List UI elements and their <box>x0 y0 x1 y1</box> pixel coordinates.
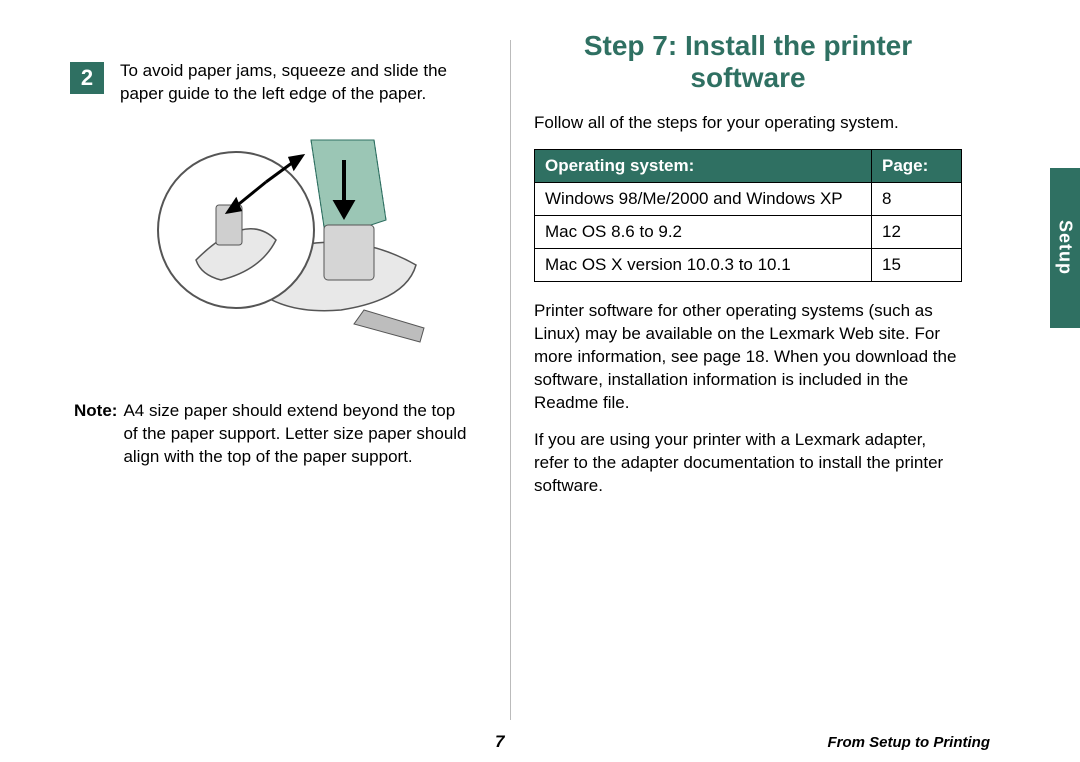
os-cell: Mac OS 8.6 to 9.2 <box>535 216 872 249</box>
os-cell: Windows 98/Me/2000 and Windows XP <box>535 183 872 216</box>
table-row: Mac OS X version 10.0.3 to 10.1 15 <box>535 249 962 282</box>
os-table: Operating system: Page: Windows 98/Me/20… <box>534 149 962 282</box>
note-block: Note: A4 size paper should extend beyond… <box>70 400 472 469</box>
heading-rest: Install the printer software <box>685 30 912 93</box>
step-heading: Step 7: Install the printer software <box>534 30 962 94</box>
table-row: Mac OS 8.6 to 9.2 12 <box>535 216 962 249</box>
page: 2 To avoid paper jams, squeeze and slide… <box>0 0 1080 762</box>
step-number-badge: 2 <box>70 62 104 94</box>
note-label: Note: <box>74 400 117 469</box>
page-cell: 12 <box>872 216 962 249</box>
table-header-page: Page: <box>872 150 962 183</box>
note-text: A4 size paper should extend beyond the t… <box>123 400 472 469</box>
left-column: 2 To avoid paper jams, squeeze and slide… <box>0 0 492 762</box>
table-row: Windows 98/Me/2000 and Windows XP 8 <box>535 183 962 216</box>
step-instruction-text: To avoid paper jams, squeeze and slide t… <box>120 60 472 106</box>
section-tab-setup: Setup <box>1050 168 1080 328</box>
page-number: 7 <box>495 732 504 752</box>
printer-paper-guide-illustration <box>116 130 426 370</box>
page-cell: 8 <box>872 183 962 216</box>
paragraph-linux-info: Printer software for other operating sys… <box>534 300 962 415</box>
intro-paragraph: Follow all of the steps for your operati… <box>534 112 962 135</box>
os-cell: Mac OS X version 10.0.3 to 10.1 <box>535 249 872 282</box>
paragraph-adapter-info: If you are using your printer with a Lex… <box>534 429 962 498</box>
footer-title: From Setup to Printing <box>828 734 991 751</box>
right-column: Step 7: Install the printer software Fol… <box>492 0 1052 762</box>
page-cell: 15 <box>872 249 962 282</box>
table-header-os: Operating system: <box>535 150 872 183</box>
heading-prefix: Step 7: <box>584 30 677 61</box>
step-row: 2 To avoid paper jams, squeeze and slide… <box>70 60 472 106</box>
